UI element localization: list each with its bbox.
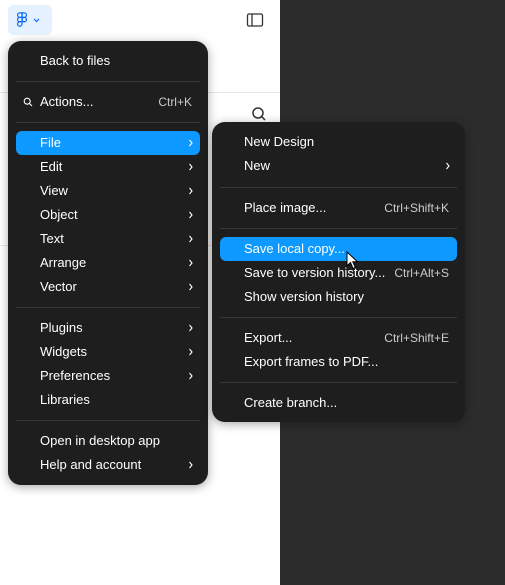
search-icon — [23, 97, 33, 107]
menu-item-vector[interactable]: Vector — [16, 275, 200, 299]
menu-item-file[interactable]: File — [16, 131, 200, 155]
menu-item-new[interactable]: New — [220, 154, 457, 178]
mouse-cursor-icon — [346, 251, 359, 270]
menu-item-label: File — [40, 135, 61, 150]
chevron-right-icon — [189, 235, 193, 243]
menu-item-label: Text — [40, 231, 64, 246]
menu-item-label: Export frames to PDF... — [244, 354, 379, 369]
menu-item-label: New Design — [244, 134, 315, 149]
menu-item-plugins[interactable]: Plugins — [16, 316, 200, 340]
chevron-right-icon — [189, 163, 193, 171]
menu-item-libraries[interactable]: Libraries — [16, 388, 200, 412]
menu-item-edit[interactable]: Edit — [16, 155, 200, 179]
menu-item-label: Widgets — [40, 344, 87, 359]
menu-item-export[interactable]: Export... Ctrl+Shift+E — [220, 326, 457, 350]
menu-item-open-desktop-app[interactable]: Open in desktop app — [16, 429, 200, 453]
menu-item-label: Vector — [40, 279, 77, 294]
menu-item-label: Libraries — [40, 392, 90, 407]
menu-item-help-and-account[interactable]: Help and account — [16, 453, 200, 477]
menu-separator — [220, 317, 457, 318]
menu-item-label: New — [244, 158, 271, 173]
shortcut-label: Ctrl+Shift+E — [384, 331, 449, 345]
menu-item-label: Help and account — [40, 457, 142, 472]
menu-item-back-to-files[interactable]: Back to files — [16, 49, 200, 73]
shortcut-label: Ctrl+K — [158, 95, 192, 109]
menu-item-label: Preferences — [40, 368, 111, 383]
menu-separator — [16, 420, 200, 421]
menu-item-label: Save local copy... — [244, 241, 345, 256]
menu-item-actions[interactable]: Actions... Ctrl+K — [16, 90, 200, 114]
chevron-right-icon — [189, 139, 193, 147]
menu-item-widgets[interactable]: Widgets — [16, 340, 200, 364]
file-submenu: New Design New Place image... Ctrl+Shift… — [212, 122, 465, 422]
chevron-right-icon — [189, 259, 193, 267]
menu-separator — [16, 307, 200, 308]
menu-item-save-local-copy[interactable]: Save local copy... — [220, 237, 457, 261]
chevron-right-icon — [189, 283, 193, 291]
menu-item-place-image[interactable]: Place image... Ctrl+Shift+K — [220, 196, 457, 220]
menu-item-create-branch[interactable]: Create branch... — [220, 391, 457, 415]
search-icon[interactable] — [250, 105, 268, 123]
menu-item-label: View — [40, 183, 68, 198]
chevron-right-icon — [189, 211, 193, 219]
menu-separator — [16, 81, 200, 82]
menu-separator — [220, 187, 457, 188]
menu-item-label: Edit — [40, 159, 63, 174]
chevron-down-icon — [33, 18, 40, 22]
sidebar-toggle-icon[interactable] — [246, 12, 264, 28]
shortcut-label: Ctrl+Shift+K — [384, 201, 449, 215]
menu-item-label: Actions... — [40, 94, 94, 109]
menu-item-export-frames-pdf[interactable]: Export frames to PDF... — [220, 350, 457, 374]
chevron-right-icon — [189, 372, 193, 380]
menu-item-label: Back to files — [40, 53, 111, 68]
menu-item-text[interactable]: Text — [16, 227, 200, 251]
menu-item-label: Show version history — [244, 289, 364, 304]
menu-item-label: Open in desktop app — [40, 433, 160, 448]
menu-item-label: Plugins — [40, 320, 83, 335]
menu-item-label: Object — [40, 207, 78, 222]
menu-item-save-version-history[interactable]: Save to version history... Ctrl+Alt+S — [220, 261, 457, 285]
figma-logo-icon — [16, 12, 28, 27]
menu-item-label: Save to version history... — [244, 265, 386, 280]
shortcut-label: Ctrl+Alt+S — [394, 266, 449, 280]
menu-item-label: Arrange — [40, 255, 87, 270]
main-menu: Back to files Actions... Ctrl+K File Edi… — [8, 41, 208, 485]
menu-separator — [220, 382, 457, 383]
menu-item-preferences[interactable]: Preferences — [16, 364, 200, 388]
menu-item-show-version-history[interactable]: Show version history — [220, 285, 457, 309]
menu-separator — [220, 228, 457, 229]
main-menu-button[interactable] — [8, 5, 52, 35]
chevron-right-icon — [446, 162, 450, 170]
chevron-right-icon — [189, 461, 193, 469]
menu-separator — [16, 122, 200, 123]
menu-item-new-design[interactable]: New Design — [220, 130, 457, 154]
menu-item-arrange[interactable]: Arrange — [16, 251, 200, 275]
menu-item-label: Create branch... — [244, 395, 338, 410]
chevron-right-icon — [189, 324, 193, 332]
chevron-right-icon — [189, 187, 193, 195]
menu-item-view[interactable]: View — [16, 179, 200, 203]
chevron-right-icon — [189, 348, 193, 356]
menu-item-object[interactable]: Object — [16, 203, 200, 227]
menu-item-label: Place image... — [244, 200, 327, 215]
menu-item-label: Export... — [244, 330, 293, 345]
